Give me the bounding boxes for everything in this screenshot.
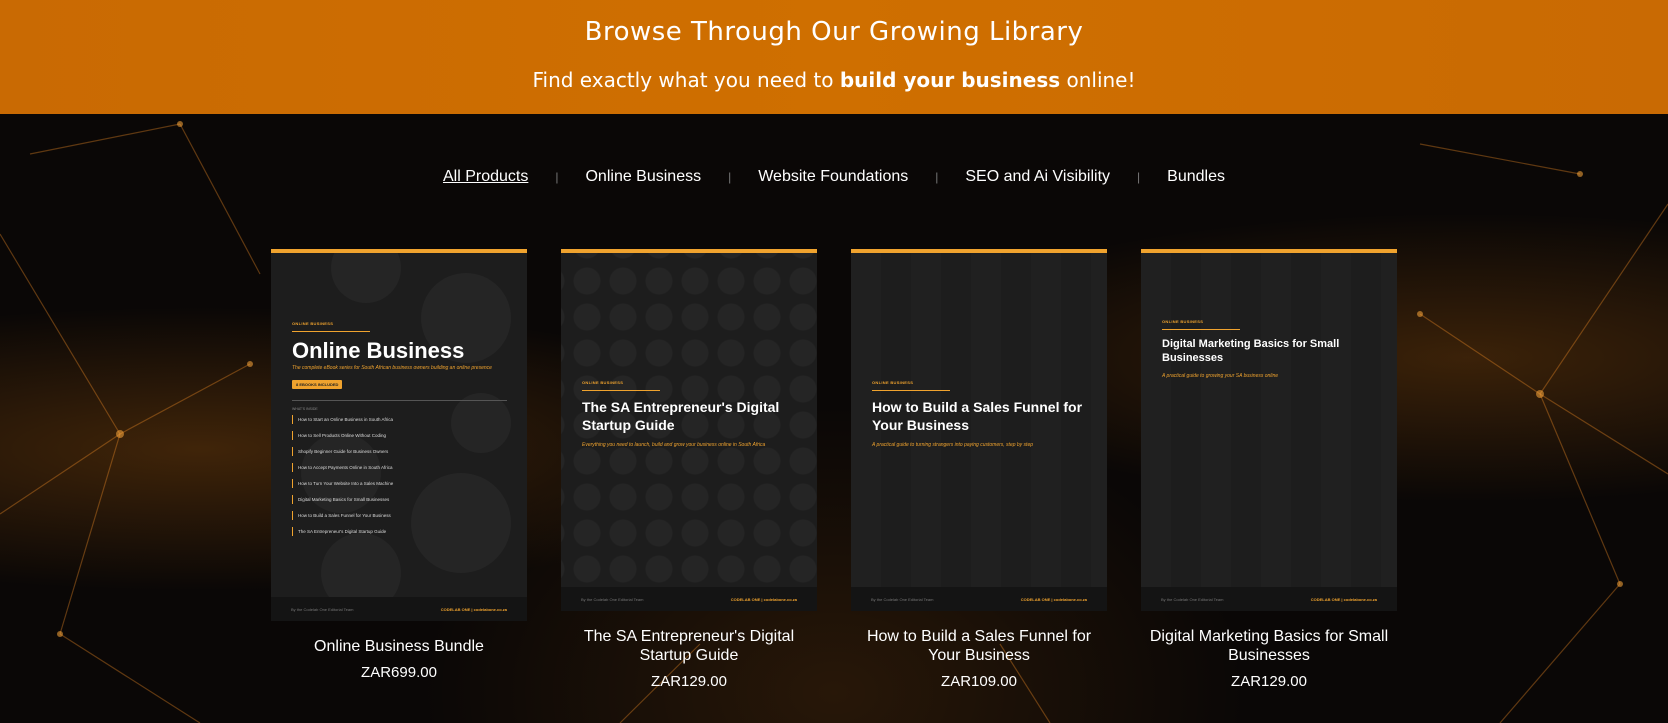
product-cover-image[interactable]: ONLINE BUSINESS Digital Marketing Basics… <box>1141 249 1397 611</box>
cover-category: ONLINE BUSINESS <box>292 321 334 326</box>
cover-rule <box>872 390 950 391</box>
product-price: ZAR109.00 <box>941 673 1017 690</box>
nav-bundles[interactable]: Bundles <box>1167 168 1225 186</box>
nav-all-products[interactable]: All Products <box>443 168 528 186</box>
cover-author: By the Codelab One Editorial Team <box>1161 596 1224 602</box>
product-name[interactable]: The SA Entrepreneur's Digital Startup Gu… <box>561 627 817 665</box>
cover-author: By the Codelab One Editorial Team <box>581 596 644 602</box>
nav-separator: | <box>555 170 559 184</box>
nav-separator: | <box>935 170 939 184</box>
cover-list-item: Digital Marketing Basics for Small Busin… <box>292 495 507 504</box>
cover-category: ONLINE BUSINESS <box>582 380 624 385</box>
product-card: ONLINE BUSINESS Online Business The comp… <box>271 249 527 681</box>
background-network <box>0 114 1668 723</box>
cover-category: ONLINE BUSINESS <box>1162 319 1204 324</box>
cover-content: ONLINE BUSINESS The SA Entrepreneur's Di… <box>582 380 797 448</box>
product-cover-image[interactable]: ONLINE BUSINESS Online Business The comp… <box>271 249 527 621</box>
nav-online-business[interactable]: Online Business <box>585 168 701 186</box>
cover-tagline: A practical guide to turning strangers i… <box>872 442 1034 448</box>
cover-rule <box>1162 329 1240 330</box>
cover-brand: CODELAB ONE | codelabone.co.za <box>1310 596 1377 602</box>
cover-title: Online Business <box>292 338 465 363</box>
cover-footer: By the Codelab One Editorial Team CODELA… <box>851 587 1107 611</box>
nav-separator: | <box>1137 170 1141 184</box>
cover-rule <box>582 390 660 391</box>
cover-content: ONLINE BUSINESS Digital Marketing Basics… <box>1162 319 1377 379</box>
cover-brand: CODELAB ONE | codelabone.co.za <box>440 606 507 612</box>
header-banner: Browse Through Our Growing Library Find … <box>0 0 1668 114</box>
cover-divider <box>292 400 507 401</box>
page-subtitle: Find exactly what you need to build your… <box>0 68 1668 92</box>
cover-list-item: How to Accept Payments Online in South A… <box>292 463 507 472</box>
cover-list-item: How to Start an Online Business in South… <box>292 415 507 424</box>
nav-seo-ai-visibility[interactable]: SEO and Ai Visibility <box>965 168 1110 186</box>
product-price: ZAR699.00 <box>361 664 437 681</box>
cover-footer: By the Codelab One Editorial Team CODELA… <box>561 587 817 611</box>
cover-inside-label: WHAT'S INSIDE <box>292 407 318 411</box>
cover-list-item: Shopify Beginner Guide for Business Owne… <box>292 447 507 456</box>
cover-tagline: A practical guide to growing your SA bus… <box>1162 373 1279 379</box>
cover-author: By the Codelab One Editorial Team <box>291 606 354 612</box>
cover-content: ONLINE BUSINESS Online Business The comp… <box>292 321 507 543</box>
cover-list-item: How to Sell Products Online Without Codi… <box>292 431 507 440</box>
cover-title: How to Build a Sales Funnel for Your Bus… <box>872 399 1083 433</box>
network-lines <box>0 121 1668 723</box>
cover-title: The SA Entrepreneur's Digital Startup Gu… <box>582 399 780 433</box>
cover-author: By the Codelab One Editorial Team <box>871 596 934 602</box>
page-title: Browse Through Our Growing Library <box>584 17 1084 47</box>
product-name[interactable]: Online Business Bundle <box>271 637 527 656</box>
nav-separator: | <box>728 170 732 184</box>
cover-category: ONLINE BUSINESS <box>872 380 914 385</box>
cover-brand: CODELAB ONE | codelabone.co.za <box>1020 596 1087 602</box>
category-nav: All Products | Online Business | Website… <box>0 168 1668 186</box>
product-card: ONLINE BUSINESS The SA Entrepreneur's Di… <box>561 249 817 690</box>
product-card: ONLINE BUSINESS Digital Marketing Basics… <box>1141 249 1397 690</box>
product-card: ONLINE BUSINESS How to Build a Sales Fun… <box>851 249 1107 690</box>
nav-website-foundations[interactable]: Website Foundations <box>758 168 908 186</box>
product-cover-image[interactable]: ONLINE BUSINESS How to Build a Sales Fun… <box>851 249 1107 611</box>
cover-footer: By the Codelab One Editorial Team CODELA… <box>271 597 527 621</box>
subtitle-prefix: Find exactly what you need to <box>532 68 840 92</box>
cover-rule <box>292 331 370 332</box>
cover-tagline: The complete eBook series for South Afri… <box>292 365 492 371</box>
cover-title: Digital Marketing Basics for Small Busin… <box>1162 338 1340 364</box>
product-price: ZAR129.00 <box>651 673 727 690</box>
product-name[interactable]: How to Build a Sales Funnel for Your Bus… <box>851 627 1107 665</box>
cover-footer: By the Codelab One Editorial Team CODELA… <box>1141 587 1397 611</box>
subtitle-suffix: online! <box>1060 68 1136 92</box>
subtitle-bold: build your business <box>839 68 1061 92</box>
cover-list: How to Start an Online Business in South… <box>292 415 507 536</box>
cover-tagline: Everything you need to launch, build and… <box>582 442 766 448</box>
product-price: ZAR129.00 <box>1231 673 1307 690</box>
cover-list-item: The SA Entrepreneur's Digital Startup Gu… <box>292 527 507 536</box>
cover-list-item: How to Build a Sales Funnel for Your Bus… <box>292 511 507 520</box>
cover-list-item: How to Turn Your Website Into a Sales Ma… <box>292 479 507 488</box>
cover-decoration <box>1141 253 1397 611</box>
cover-content: ONLINE BUSINESS How to Build a Sales Fun… <box>872 380 1087 448</box>
cover-badge: 8 EBOOKS INCLUDED <box>292 380 343 389</box>
product-name[interactable]: Digital Marketing Basics for Small Busin… <box>1141 627 1397 665</box>
product-cover-image[interactable]: ONLINE BUSINESS The SA Entrepreneur's Di… <box>561 249 817 611</box>
cover-brand: CODELAB ONE | codelabone.co.za <box>730 596 797 602</box>
